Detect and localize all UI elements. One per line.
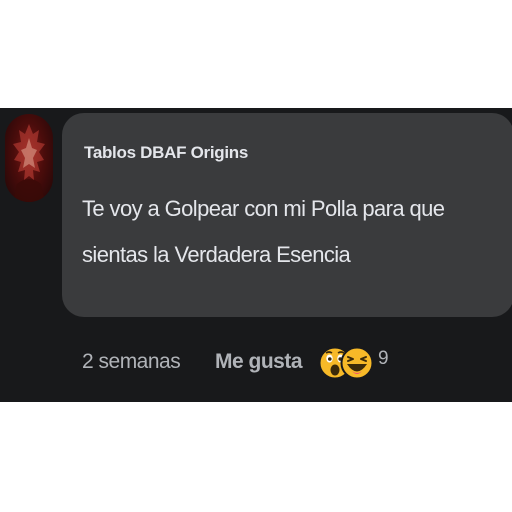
comment-author-name[interactable]: Tablos DBAF Origins xyxy=(84,143,248,163)
comment-text: Te voy a Golpear con mi Polla para que s… xyxy=(82,196,445,267)
comment-timestamp[interactable]: 2 semanas xyxy=(82,350,181,374)
reaction-count: 9 xyxy=(378,348,389,369)
avatar[interactable] xyxy=(5,114,53,202)
reactions-summary[interactable]: 9 xyxy=(318,346,398,386)
haha-reaction-icon xyxy=(340,346,374,380)
like-button[interactable]: Me gusta xyxy=(215,350,303,374)
